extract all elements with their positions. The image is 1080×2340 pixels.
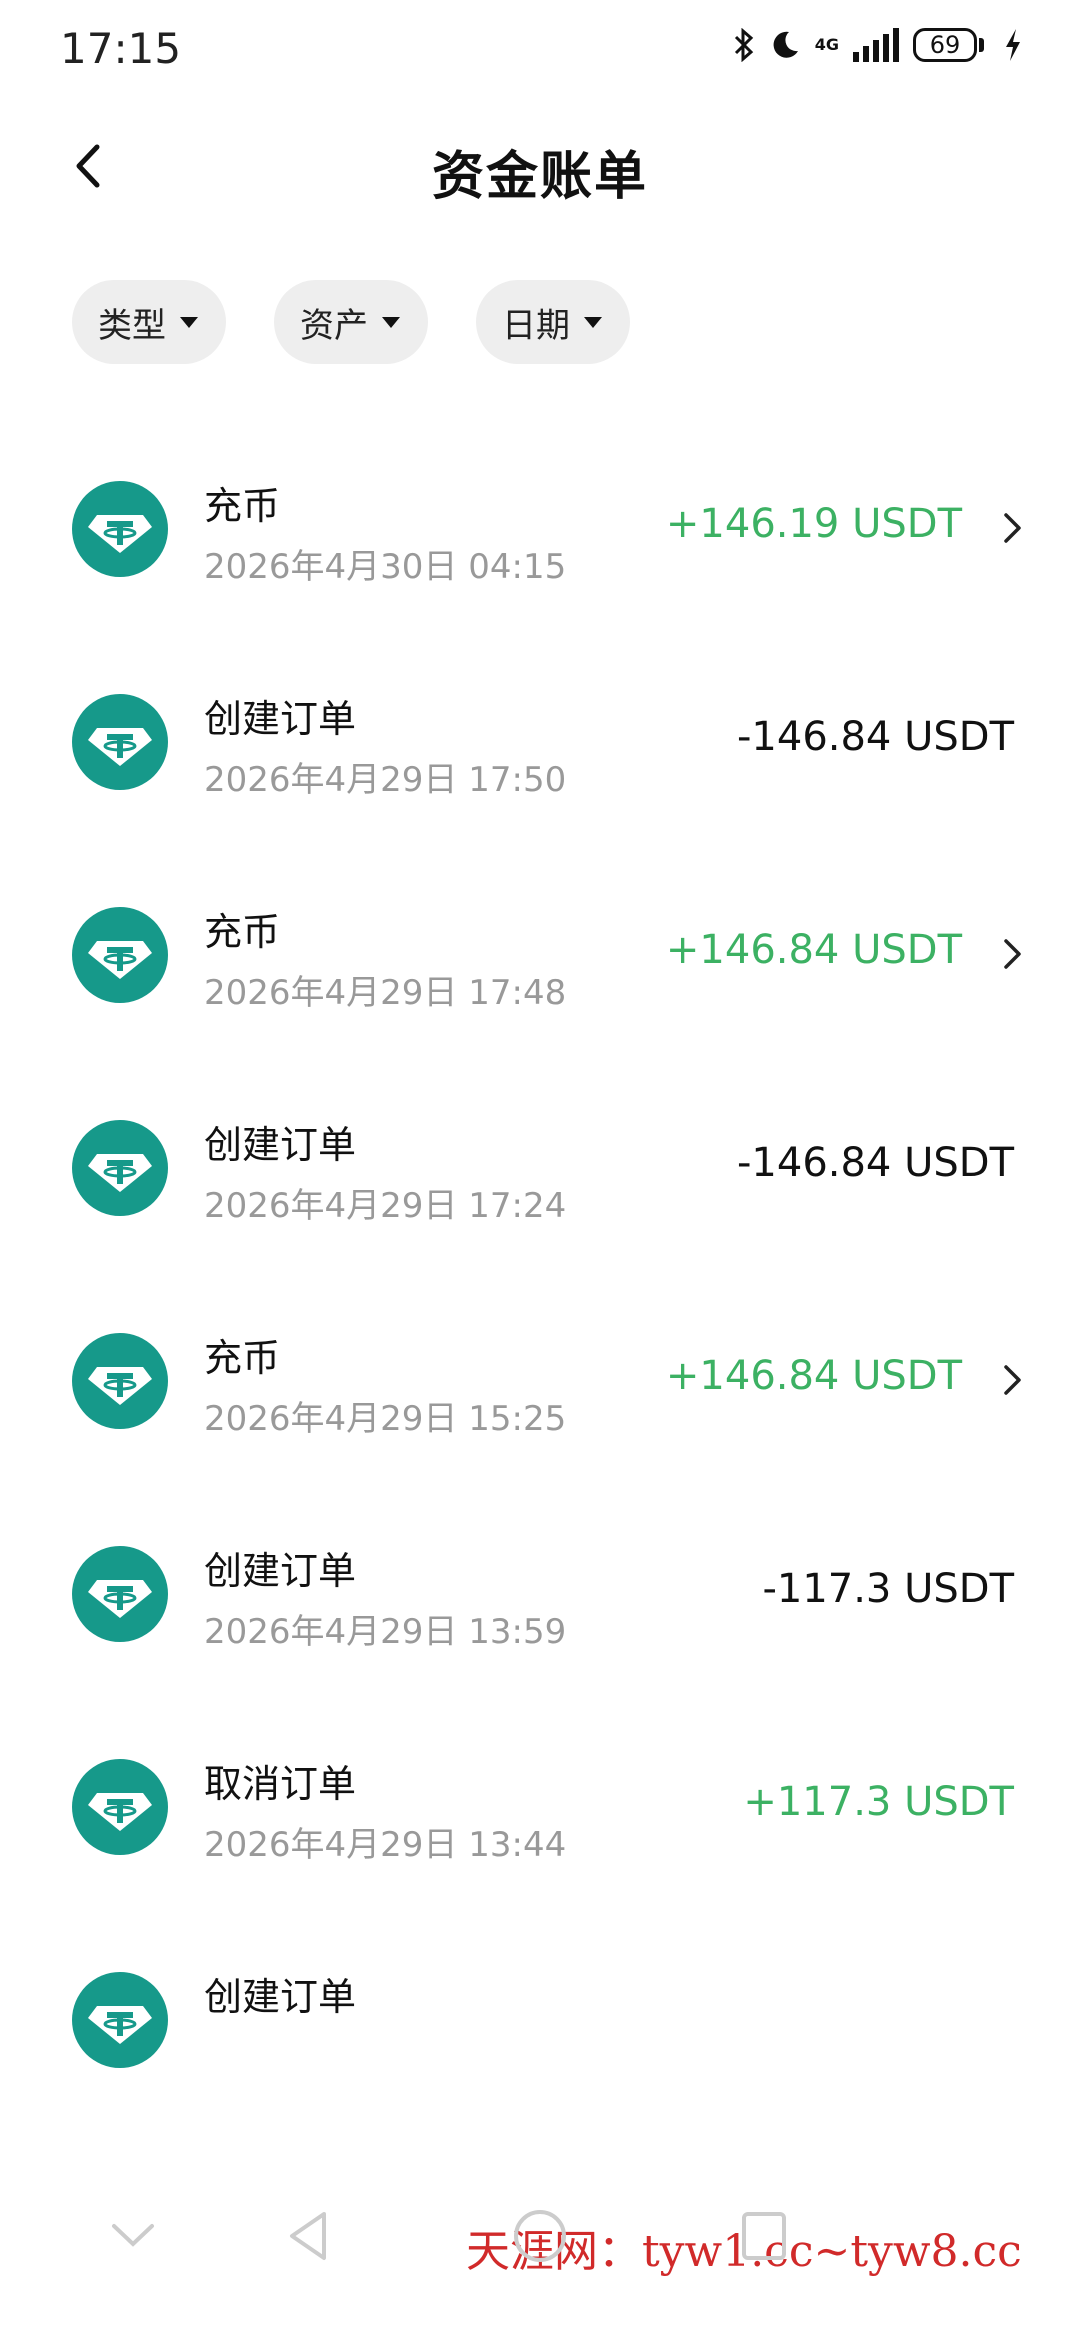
chevron-right-icon[interactable] xyxy=(992,929,1032,979)
recents-square-icon[interactable] xyxy=(740,2210,788,2266)
filter-asset[interactable]: 资产 xyxy=(274,280,428,364)
transaction-date: 2026年4月29日 13:44 xyxy=(204,1825,567,1865)
transaction-amount: -146.84 USDT xyxy=(736,714,1014,760)
header: 资金账单 xyxy=(0,110,1080,230)
transaction-row[interactable]: 充币 2026年4月30日 04:15 +146.19 USDT xyxy=(0,433,1080,646)
usdt-coin-icon xyxy=(72,694,168,790)
page-title: 资金账单 xyxy=(431,147,648,207)
transaction-amount: +117.3 USDT xyxy=(743,1779,1014,1825)
transaction-row[interactable]: 取消订单 2026年4月29日 13:44 +117.3 USDT xyxy=(0,1711,1080,1924)
chevron-right-icon[interactable] xyxy=(992,1355,1032,1405)
moon-icon xyxy=(769,29,801,61)
transaction-amount: -117.3 USDT xyxy=(762,1566,1014,1612)
back-triangle-icon[interactable] xyxy=(286,2210,330,2266)
transaction-list-content: 2026年4月30日 04:47-146.19 USDT 充币 2026年4月30日… xyxy=(0,400,1080,2090)
filter-date[interactable]: 日期 xyxy=(476,280,630,364)
transaction-date: 2026年4月29日 13:59 xyxy=(204,1612,567,1652)
transaction-amount: +146.84 USDT xyxy=(665,927,962,973)
transaction-type: 创建订单 xyxy=(204,1975,357,2019)
caret-down-icon xyxy=(584,316,602,328)
transaction-type: 充币 xyxy=(204,910,281,954)
usdt-coin-icon xyxy=(72,1972,168,2068)
system-nav-bar xyxy=(0,2190,1080,2340)
signal-icon xyxy=(853,28,899,62)
transaction-row[interactable]: 创建订单 2026年4月29日 17:24 -146.84 USDT xyxy=(0,1072,1080,1285)
transaction-date: 2026年4月29日 17:24 xyxy=(204,1186,567,1226)
transaction-amount: +146.19 USDT xyxy=(665,501,962,547)
transaction-type: 充币 xyxy=(204,484,281,528)
chevron-down-icon[interactable] xyxy=(110,2220,156,2254)
network-type: 4G xyxy=(814,35,839,54)
transaction-row[interactable]: 创建订单 xyxy=(0,1924,1080,2090)
bluetooth-icon xyxy=(733,28,755,62)
filter-type[interactable]: 类型 xyxy=(72,280,226,364)
battery-icon: 69 xyxy=(913,28,984,62)
caret-down-icon xyxy=(382,316,400,328)
usdt-coin-icon xyxy=(72,1333,168,1429)
filter-bar: 类型 资产 日期 xyxy=(72,280,630,364)
status-time: 17:15 xyxy=(60,24,182,73)
usdt-coin-icon xyxy=(72,1120,168,1216)
transaction-type: 取消订单 xyxy=(204,1762,357,1806)
filter-type-label: 类型 xyxy=(98,305,166,346)
transaction-row[interactable]: 2026年4月30日 04:47-146.19 USDT xyxy=(0,400,1080,433)
transaction-amount: +146.84 USDT xyxy=(665,1353,962,1399)
status-bar: 17:15 4G 69 xyxy=(0,0,1080,100)
home-circle-icon[interactable] xyxy=(512,2208,568,2268)
transaction-date: 2026年4月29日 15:25 xyxy=(204,1399,567,1439)
usdt-coin-icon xyxy=(72,1546,168,1642)
transaction-list[interactable]: 2026年4月30日 04:47-146.19 USDT 充币 2026年4月30日… xyxy=(0,400,1080,2090)
transaction-type: 创建订单 xyxy=(204,697,357,741)
transaction-date: 2026年4月30日 04:15 xyxy=(204,547,567,587)
transaction-amount: -146.84 USDT xyxy=(736,1140,1014,1186)
transaction-date: 2026年4月29日 17:50 xyxy=(204,760,567,800)
transaction-row[interactable]: 充币 2026年4月29日 17:48 +146.84 USDT xyxy=(0,859,1080,1072)
transaction-row[interactable]: 创建订单 2026年4月29日 13:59 -117.3 USDT xyxy=(0,1498,1080,1711)
transaction-row[interactable]: 充币 2026年4月29日 15:25 +146.84 USDT xyxy=(0,1285,1080,1498)
transaction-date: 2026年4月29日 17:48 xyxy=(204,973,567,1013)
transaction-row[interactable]: 创建订单 2026年4月29日 17:50 -146.84 USDT xyxy=(0,646,1080,859)
status-icons: 4G 69 xyxy=(733,28,1022,62)
transaction-type: 创建订单 xyxy=(204,1123,357,1167)
filter-asset-label: 资产 xyxy=(300,305,368,346)
usdt-coin-icon xyxy=(72,481,168,577)
usdt-coin-icon xyxy=(72,907,168,1003)
filter-date-label: 日期 xyxy=(502,305,570,346)
chevron-right-icon[interactable] xyxy=(992,503,1032,553)
charging-icon xyxy=(1004,28,1022,62)
usdt-coin-icon xyxy=(72,1759,168,1855)
transaction-type: 充币 xyxy=(204,1336,281,1380)
transaction-type: 创建订单 xyxy=(204,1549,357,1593)
caret-down-icon xyxy=(180,316,198,328)
battery-level: 69 xyxy=(913,28,977,62)
